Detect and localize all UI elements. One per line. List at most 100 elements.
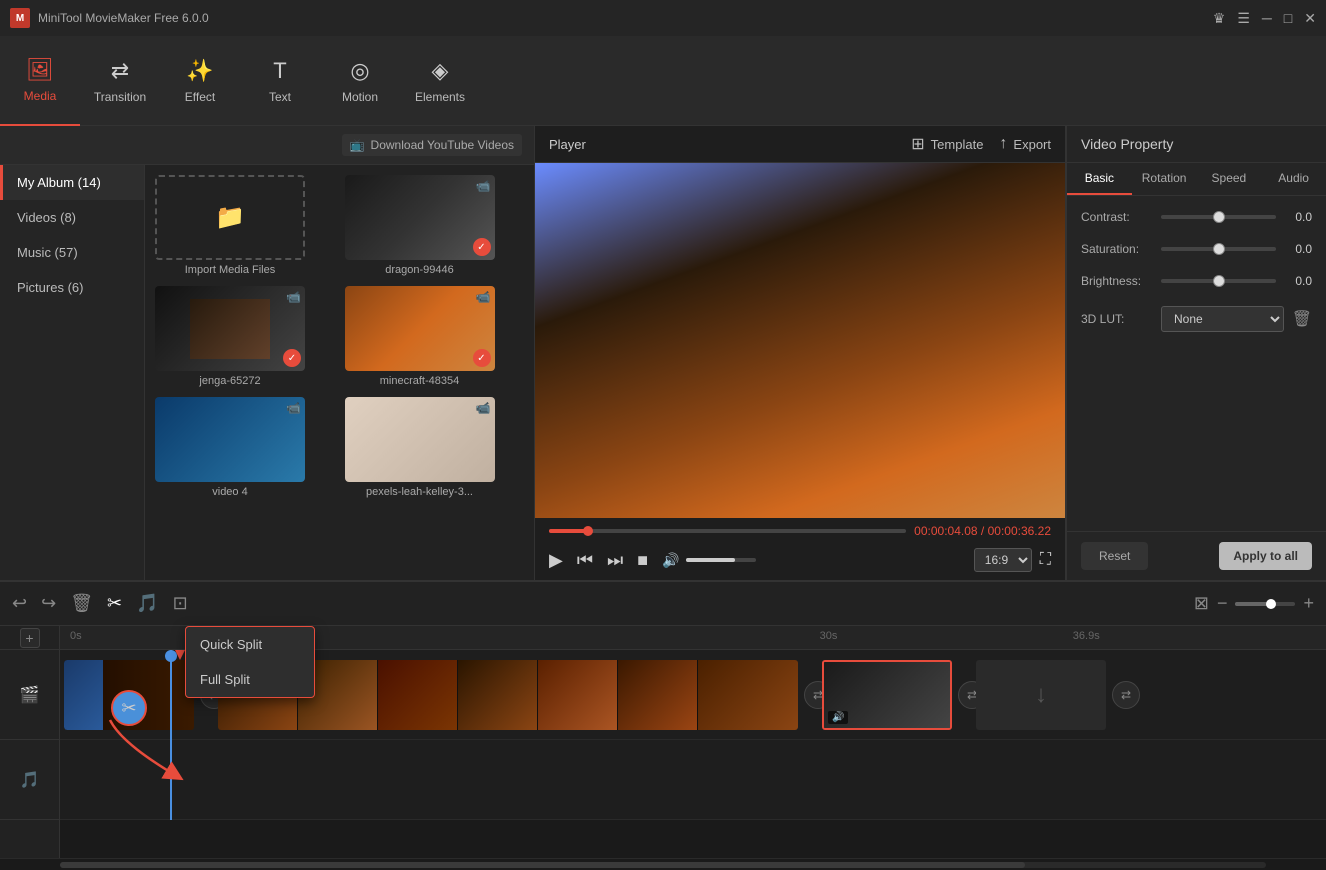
contrast-slider[interactable] xyxy=(1161,215,1276,219)
media-grid: 📁 Import Media Files 📹 ✓ dragon-99446 xyxy=(145,165,534,580)
video-preview xyxy=(535,163,1065,518)
aspect-ratio-select[interactable]: 16:9 9:16 1:1 xyxy=(974,548,1032,572)
nav-elements[interactable]: ◈ Elements xyxy=(400,36,480,126)
cam-icon: 📹 xyxy=(476,401,491,415)
tab-audio[interactable]: Audio xyxy=(1261,163,1326,195)
nav-transition-label: Transition xyxy=(94,90,146,104)
redo-btn[interactable]: ↪ xyxy=(41,593,56,614)
ruler-mark-36s: 36.9s xyxy=(1073,630,1100,642)
quick-split-item[interactable]: Quick Split xyxy=(186,627,314,662)
titlebar-left: M MiniTool MovieMaker Free 6.0.0 xyxy=(10,8,209,28)
player-panel: Player ⊞ Template ↑ Export xyxy=(535,126,1066,580)
top-nav: 🖼 Media ⇄ Transition ✨ Effect T Text ◎ M… xyxy=(0,36,1326,126)
template-btn[interactable]: ⊞ Template xyxy=(911,134,983,154)
dragon-card[interactable]: 📹 ✓ dragon-99446 xyxy=(345,175,525,276)
audio-btn[interactable]: 🎵 xyxy=(136,593,158,614)
player-title: Player xyxy=(549,137,586,152)
prev-btn[interactable]: ⏮ xyxy=(577,550,593,571)
progress-bar[interactable] xyxy=(549,529,906,533)
nav-effect[interactable]: ✨ Effect xyxy=(160,36,240,126)
brightness-row: Brightness: 0.0 xyxy=(1081,274,1312,288)
tab-basic[interactable]: Basic xyxy=(1067,163,1132,195)
download-youtube-btn[interactable]: 📺 Download YouTube Videos xyxy=(342,134,522,156)
playhead xyxy=(170,650,172,820)
lut-select[interactable]: None xyxy=(1161,306,1284,332)
transition-btn-4[interactable]: ⇄ xyxy=(1112,681,1140,709)
saturation-row: Saturation: 0.0 xyxy=(1081,242,1312,256)
download-label: Download YouTube Videos xyxy=(371,138,514,152)
sidebar-item-videos[interactable]: Videos (8) xyxy=(0,200,144,235)
zoom-out-btn[interactable]: − xyxy=(1217,593,1228,614)
timeline: ↩ ↪ 🗑 ✂ 🎵 ⊡ ⊠ − + Quick Split Full Split xyxy=(0,580,1326,870)
sidebar-item-music[interactable]: Music (57) xyxy=(0,235,144,270)
play-btn[interactable]: ▶ xyxy=(549,550,563,571)
transition-icon: ⇄ xyxy=(111,58,129,84)
volume-icon[interactable]: 🔊 xyxy=(662,552,679,569)
import-card[interactable]: 📁 Import Media Files xyxy=(155,175,335,276)
motion-icon: ◎ xyxy=(350,58,369,84)
minimize-icon[interactable]: ─ xyxy=(1262,10,1272,26)
brightness-slider[interactable] xyxy=(1161,279,1276,283)
sidebar-item-pictures[interactable]: Pictures (6) xyxy=(0,270,144,305)
export-btn[interactable]: ↑ Export xyxy=(999,135,1051,153)
check-badge: ✓ xyxy=(283,349,301,367)
cam-icon: 📹 xyxy=(476,290,491,304)
video-track-icon: 🎬 xyxy=(0,650,59,740)
sidebar-list: My Album (14) Videos (8) Music (57) Pict… xyxy=(0,165,145,580)
reset-btn[interactable]: Reset xyxy=(1081,542,1148,570)
zoom-slider[interactable] xyxy=(1235,602,1295,606)
nav-text[interactable]: T Text xyxy=(240,36,320,126)
timeline-scrollbar[interactable] xyxy=(60,862,1266,868)
nav-effect-label: Effect xyxy=(185,90,215,104)
audio-track-row xyxy=(60,740,1326,820)
zoom-in-btn[interactable]: + xyxy=(1303,593,1314,614)
titlebar: M MiniTool MovieMaker Free 6.0.0 ♛ ☰ ─ □… xyxy=(0,0,1326,36)
dragon-label: dragon-99446 xyxy=(345,264,495,276)
media-icon: 🖼 xyxy=(26,57,54,83)
delete-btn[interactable]: 🗑 xyxy=(70,593,93,614)
fullscreen-btn[interactable]: ⛶ xyxy=(1040,551,1051,569)
video-property-panel: Video Property Basic Rotation Speed Audi… xyxy=(1066,126,1326,580)
minecraft-card[interactable]: 📹 ✓ minecraft-48354 xyxy=(345,286,525,387)
volume-slider[interactable] xyxy=(686,558,756,562)
sidebar-item-album[interactable]: My Album (14) xyxy=(0,165,144,200)
saturation-slider[interactable] xyxy=(1161,247,1276,251)
timeline-toolbar: ↩ ↪ 🗑 ✂ 🎵 ⊡ ⊠ − + xyxy=(0,582,1326,626)
text-icon: T xyxy=(273,58,286,84)
crop-btn[interactable]: ⊡ xyxy=(173,593,188,614)
nav-media[interactable]: 🖼 Media xyxy=(0,36,80,126)
maximize-icon[interactable]: □ xyxy=(1284,10,1292,26)
lut-delete-btn[interactable]: 🗑 xyxy=(1292,309,1312,329)
next-btn[interactable]: ⏭ xyxy=(607,550,623,571)
video4-label: video 4 xyxy=(155,486,305,498)
audio-track-icon: 🎵 xyxy=(0,740,59,820)
time-display: 00:00:04.08 / 00:00:36.22 xyxy=(914,524,1051,538)
tab-speed[interactable]: Speed xyxy=(1197,163,1262,195)
app-logo: M xyxy=(10,8,30,28)
template-icon: ⊞ xyxy=(911,134,924,154)
undo-btn[interactable]: ↩ xyxy=(12,593,27,614)
stop-btn[interactable]: ■ xyxy=(637,550,648,571)
cam-icon: 📹 xyxy=(286,290,301,304)
effect-icon: ✨ xyxy=(186,58,213,84)
nav-motion[interactable]: ◎ Motion xyxy=(320,36,400,126)
jenga-card[interactable]: 📹 ✓ jenga-65272 xyxy=(155,286,335,387)
full-split-item[interactable]: Full Split xyxy=(186,662,314,697)
player-header: Player ⊞ Template ↑ Export xyxy=(535,126,1065,163)
video4-card[interactable]: 📹 video 4 xyxy=(155,397,335,498)
add-track-btn[interactable]: + xyxy=(20,628,40,648)
pexels-card[interactable]: 📹 pexels-leah-kelley-3... xyxy=(345,397,525,498)
cut-btn[interactable]: ✂ xyxy=(107,593,122,613)
nav-motion-label: Motion xyxy=(342,90,378,104)
crown-icon[interactable]: ♛ xyxy=(1213,10,1226,27)
check-badge: ✓ xyxy=(473,349,491,367)
fit-btn[interactable]: ⊠ xyxy=(1194,593,1209,614)
elements-icon: ◈ xyxy=(432,58,449,84)
nav-transition[interactable]: ⇄ Transition xyxy=(80,36,160,126)
ruler-mark-0s: 0s xyxy=(70,630,82,642)
tab-rotation[interactable]: Rotation xyxy=(1132,163,1197,195)
menu-icon[interactable]: ☰ xyxy=(1237,10,1250,27)
jenga-label: jenga-65272 xyxy=(155,375,305,387)
apply-all-btn[interactable]: Apply to all xyxy=(1219,542,1312,570)
close-icon[interactable]: ✕ xyxy=(1304,10,1316,27)
